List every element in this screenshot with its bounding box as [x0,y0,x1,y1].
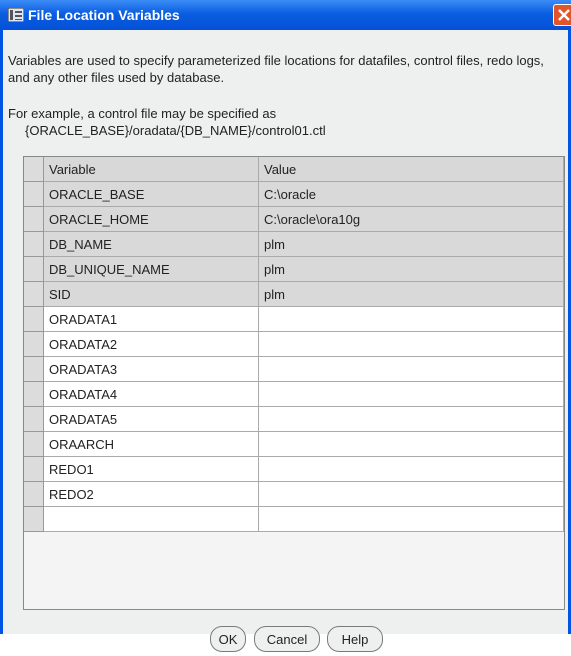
example-path: {ORACLE_BASE}/oradata/{DB_NAME}/control0… [25,123,326,138]
value-cell[interactable] [259,407,564,432]
value-cell[interactable]: plm [259,257,564,282]
table-row[interactable]: REDO2 [24,482,564,507]
help-button[interactable]: Help [327,626,383,652]
value-cell[interactable] [259,357,564,382]
row-header-corner [24,157,44,182]
example-text: For example, a control file may be speci… [8,106,277,121]
value-cell[interactable] [259,307,564,332]
value-cell[interactable] [259,482,564,507]
dialog-window: File Location Variables Variables are us… [0,0,571,652]
value-cell[interactable] [259,457,564,482]
variable-cell[interactable]: REDO1 [44,457,259,482]
table-row[interactable]: ORADATA4 [24,382,564,407]
table-row[interactable]: ORAARCH [24,432,564,457]
row-selector[interactable] [24,282,44,307]
row-selector[interactable] [24,482,44,507]
variable-cell[interactable]: DB_NAME [44,232,259,257]
variable-cell[interactable]: ORACLE_HOME [44,207,259,232]
dialog-content: Variables are used to specify parameteri… [3,30,568,652]
variable-cell[interactable]: ORAARCH [44,432,259,457]
value-cell[interactable] [259,507,564,532]
cancel-button[interactable]: Cancel [254,626,320,652]
table-header-row: Variable Value [24,157,564,182]
table-row[interactable]: ORADATA5 [24,407,564,432]
value-cell[interactable]: C:\oracle [259,182,564,207]
row-selector[interactable] [24,232,44,257]
app-icon [8,8,24,22]
variable-cell[interactable]: SID [44,282,259,307]
variable-cell[interactable]: REDO2 [44,482,259,507]
value-cell[interactable] [259,382,564,407]
column-header-variable[interactable]: Variable [44,157,259,182]
variable-cell[interactable]: DB_UNIQUE_NAME [44,257,259,282]
table-row[interactable]: ORADATA1 [24,307,564,332]
row-selector[interactable] [24,182,44,207]
table-row[interactable]: ORACLE_HOME C:\oracle\ora10g [24,207,564,232]
variable-cell[interactable]: ORADATA1 [44,307,259,332]
row-selector[interactable] [24,207,44,232]
table-row[interactable]: DB_NAME plm [24,232,564,257]
row-selector[interactable] [24,457,44,482]
close-button[interactable] [553,4,571,26]
row-selector[interactable] [24,332,44,357]
row-selector[interactable] [24,382,44,407]
value-cell[interactable]: C:\oracle\ora10g [259,207,564,232]
table-row[interactable]: DB_UNIQUE_NAME plm [24,257,564,282]
variable-cell[interactable] [44,507,259,532]
window-title: File Location Variables [28,7,180,23]
ok-button[interactable]: OK [210,626,246,652]
button-bar: OK Cancel Help [3,626,568,656]
variables-table: Variable Value ORACLE_BASE C:\oracle ORA… [23,156,565,610]
column-header-value[interactable]: Value [259,157,564,182]
table-row[interactable]: ORADATA2 [24,332,564,357]
table-row[interactable] [24,507,564,532]
variable-cell[interactable]: ORACLE_BASE [44,182,259,207]
variable-cell[interactable]: ORADATA4 [44,382,259,407]
row-selector[interactable] [24,407,44,432]
variable-cell[interactable]: ORADATA3 [44,357,259,382]
row-selector[interactable] [24,432,44,457]
table-row[interactable]: SID plm [24,282,564,307]
variable-cell[interactable]: ORADATA5 [44,407,259,432]
intro-text: Variables are used to specify parameteri… [8,53,544,85]
value-cell[interactable]: plm [259,232,564,257]
variable-cell[interactable]: ORADATA2 [44,332,259,357]
row-selector[interactable] [24,507,44,532]
value-cell[interactable] [259,332,564,357]
row-selector[interactable] [24,257,44,282]
row-selector[interactable] [24,357,44,382]
title-bar[interactable]: File Location Variables [0,0,571,30]
close-icon [558,9,570,21]
value-cell[interactable]: plm [259,282,564,307]
table-row[interactable]: REDO1 [24,457,564,482]
row-selector[interactable] [24,307,44,332]
table-row[interactable]: ORACLE_BASE C:\oracle [24,182,564,207]
table-row[interactable]: ORADATA3 [24,357,564,382]
value-cell[interactable] [259,432,564,457]
